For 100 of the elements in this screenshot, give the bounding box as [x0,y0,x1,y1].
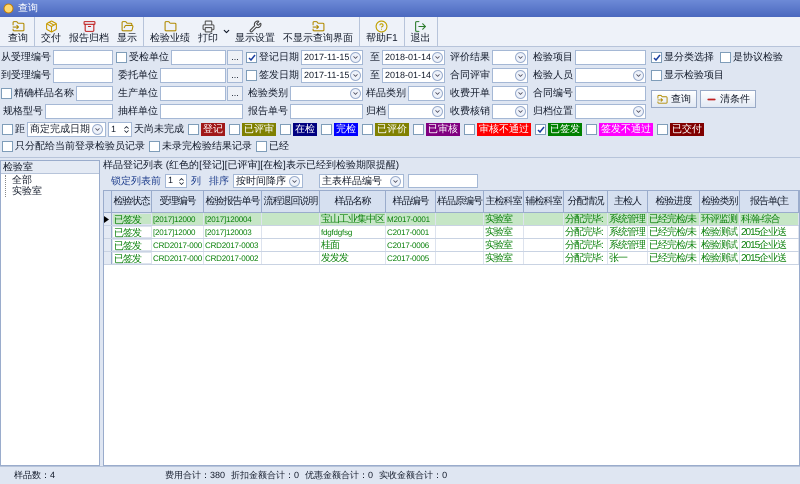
column-header[interactable]: 检验状态 [112,191,152,212]
checkbox[interactable] [246,52,257,63]
text-field[interactable] [53,68,113,83]
toolbar-button[interactable]: 交付 [37,20,65,44]
toolbar-button[interactable]: 报告归档 [65,20,113,44]
checkbox[interactable] [362,124,373,135]
row-header[interactable] [104,213,112,225]
toolbar-button[interactable]: 退出 [406,20,435,44]
key-field-dropdown[interactable]: 主表样品编号 [319,174,404,188]
column-header[interactable]: 检验进度 [648,191,700,212]
text-field[interactable] [408,174,478,188]
table-cell: 宝山工业集中区 [320,213,386,225]
checkbox[interactable] [651,70,662,81]
browse-button[interactable]: ... [227,50,243,65]
sort-dropdown[interactable]: 按时间降序 [233,174,303,188]
column-header[interactable]: 辅检科室 [524,191,564,212]
dropdown-icon [633,70,644,81]
action-button[interactable]: 清条件 [700,90,756,108]
text-field[interactable] [575,50,646,65]
dropdown-field[interactable] [492,104,528,119]
dropdown-field[interactable] [408,86,445,101]
toolbar-button[interactable]: 帮助F1 [362,20,402,44]
checkbox[interactable] [246,70,257,81]
column-header[interactable]: 报告单(主 [740,191,799,212]
dropdown-field[interactable] [290,86,363,101]
table-row[interactable]: 已签发 CRD2017-000 CRD2017-0002 发发发 C2017-0005 实验室 分配完毕: 张一 已经完检/未 检验测试 2015企业送 [104,252,799,265]
column-header[interactable]: 主检科室 [484,191,524,212]
toolbar-button[interactable]: 打印 [194,20,222,44]
browse-button[interactable]: ... [227,86,243,101]
checkbox[interactable] [116,52,127,63]
tree-item[interactable]: 全部 [12,175,99,186]
columns-spinner[interactable]: 1 [165,174,187,188]
dropdown-field[interactable]: 商定完成日期 [27,122,106,137]
toolbar-button[interactable]: 显示 [113,20,141,44]
field-label: 生产单位 [118,86,158,101]
dropdown-field[interactable] [575,104,646,119]
panel-header: 检验室 [1,161,99,174]
checkbox[interactable] [464,124,475,135]
dropdown-field[interactable] [388,104,445,119]
checkbox[interactable] [586,124,597,135]
caret-icon[interactable] [222,27,231,36]
dropdown-icon [350,52,361,63]
checkbox[interactable] [651,52,662,63]
total-text: 折扣金额合计：0 [231,468,300,482]
date-field[interactable]: 2017-11-15 [301,68,363,83]
checkbox[interactable] [321,124,332,135]
column-header[interactable]: 样品编号 [386,191,436,212]
date-field[interactable]: 2018-01-14 [382,68,445,83]
table-row[interactable]: 已签发 CRD2017-000 CRD2017-0003 桂面 C2017-0006 实验室 分配完毕: 系统管理 已经完检/未 检验测试 2015企业送 [104,239,799,252]
checkbox[interactable] [657,124,668,135]
column-header[interactable]: 检验类别 [700,191,740,212]
checkbox[interactable] [229,124,240,135]
checkbox[interactable] [2,124,13,135]
field-label: 到受理编号 [1,68,51,83]
text-field[interactable] [575,86,646,101]
action-button[interactable]: 查询 [651,90,697,108]
toolbar-button[interactable]: 不显示查询界面 [279,20,357,44]
column-header[interactable]: 受理编号 [152,191,204,212]
checkbox[interactable] [2,141,13,152]
column-header[interactable]: 流程退回说明 [262,191,320,212]
checkbox[interactable] [413,124,424,135]
table-cell: 科瀚-综合 [740,213,799,225]
tree-item[interactable]: 实验室 [12,186,99,197]
checkbox[interactable] [280,124,291,135]
table-cell: 分配完毕: [564,239,608,251]
toolbar-button[interactable]: 显示设置 [231,20,279,44]
toolbar-button[interactable]: 检验业绩 [146,20,194,44]
column-header[interactable]: 样品名称 [320,191,386,212]
checkbox[interactable] [149,141,160,152]
dropdown-field[interactable] [492,68,528,83]
toolbar-button[interactable]: 查询 [4,20,32,44]
text-field[interactable] [160,104,243,119]
text-field[interactable] [53,50,113,65]
text-field[interactable] [160,68,226,83]
table-cell: 实验室 [484,213,524,225]
checkbox[interactable] [1,88,12,99]
column-header[interactable]: 分配情况 [564,191,608,212]
column-header[interactable]: 样品原编号 [436,191,484,212]
table-row[interactable]: 已签发 [2017]12000 [2017]120003 fdgfdgfsg C2017-0001 实验室 分配完毕: 系统管理 已经完检/未 检验测试 2015企业送 [104,226,799,239]
date-field[interactable]: 2017-11-15 [301,50,363,65]
text-field[interactable] [290,104,363,119]
dropdown-field[interactable] [575,68,646,83]
checkbox[interactable] [256,141,267,152]
checkbox[interactable] [535,124,546,135]
days-spinner[interactable]: 1 [108,122,132,137]
checkbox[interactable] [720,52,731,63]
text-field[interactable] [160,86,226,101]
text-field[interactable] [45,104,113,119]
table-row[interactable]: 已签发 [2017]12000 [2017]120004 宝山工业集中区 M2017-0001 实验室 分配完毕: 系统管理 已经完检/未 环评监测 科瀚-综合 [104,213,799,226]
checkbox[interactable] [188,124,199,135]
column-header[interactable]: 检验报告单号 [204,191,262,212]
text-field[interactable] [76,86,113,101]
dropdown-field[interactable] [492,86,528,101]
field-label: 签发日期 [259,68,299,83]
date-field[interactable]: 2018-01-14 [382,50,445,65]
browse-button[interactable]: ... [227,68,243,83]
dropdown-field[interactable] [492,50,528,65]
text-field[interactable] [171,50,226,65]
column-header[interactable]: 主检人 [608,191,648,212]
table-cell: [2017]12000 [152,226,204,238]
